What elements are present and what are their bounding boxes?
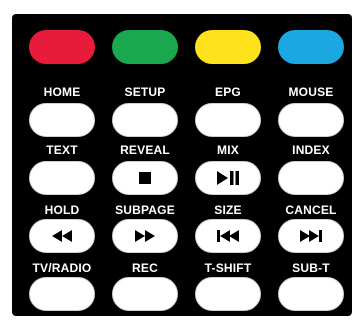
size-label: SIZE [214, 203, 242, 217]
home-button[interactable] [29, 103, 95, 137]
setup-button[interactable] [112, 103, 178, 137]
hold-button[interactable] [29, 219, 95, 253]
subpage-label: SUBPAGE [115, 203, 175, 217]
green-button[interactable] [112, 30, 178, 64]
t-shift-button[interactable] [195, 277, 261, 311]
blue-button[interactable] [278, 30, 344, 64]
stop-icon [139, 172, 151, 184]
tv-radio-button[interactable] [29, 277, 95, 311]
sub-t-button[interactable] [278, 277, 344, 311]
cancel-label: CANCEL [285, 203, 337, 217]
fast-forward-icon [135, 230, 155, 242]
mix-button[interactable] [195, 161, 261, 195]
yellow-button[interactable] [195, 30, 261, 64]
skip-back-icon [217, 230, 239, 242]
index-label: INDEX [292, 143, 330, 157]
text-label: TEXT [46, 143, 78, 157]
epg-button[interactable] [195, 103, 261, 137]
sub-t-label: SUB-T [292, 261, 330, 275]
rec-button[interactable] [112, 277, 178, 311]
home-label: HOME [43, 85, 81, 99]
t-shift-label: T-SHIFT [204, 261, 252, 275]
hold-label: HOLD [44, 203, 80, 217]
rewind-icon [52, 230, 72, 242]
mix-label: MIX [217, 143, 239, 157]
setup-label: SETUP [124, 85, 166, 99]
mouse-label: MOUSE [288, 85, 334, 99]
cancel-button[interactable] [278, 219, 344, 253]
tv-radio-label: TV/RADIO [32, 261, 92, 275]
epg-label: EPG [215, 85, 241, 99]
text-button[interactable] [29, 161, 95, 195]
subpage-button[interactable] [112, 219, 178, 253]
rec-label: REC [132, 261, 158, 275]
index-button[interactable] [278, 161, 344, 195]
reveal-label: REVEAL [120, 143, 170, 157]
size-button[interactable] [195, 219, 261, 253]
red-button[interactable] [29, 30, 95, 64]
mouse-button[interactable] [278, 103, 344, 137]
play-pause-icon [217, 171, 239, 185]
reveal-button[interactable] [112, 161, 178, 195]
skip-forward-icon [300, 230, 322, 242]
remote-control-panel: HOME SETUP EPG MOUSE TEXT REVEAL MIX IND… [12, 14, 352, 316]
